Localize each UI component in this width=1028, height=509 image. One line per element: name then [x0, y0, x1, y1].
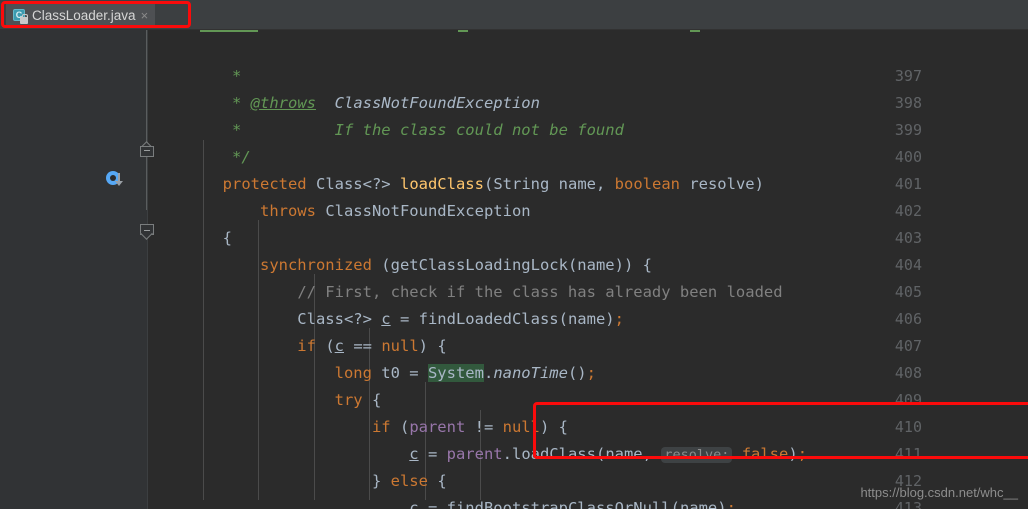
code-line-403[interactable]: { — [148, 229, 232, 247]
close-icon[interactable]: × — [141, 3, 149, 28]
code-line-411[interactable]: c = parent.loadClass(name, resolve: fals… — [148, 445, 807, 463]
code-line-406[interactable]: Class<?> c = findLoadedClass(name); — [148, 310, 624, 328]
tab-classloader-java[interactable]: C ClassLoader.java × — [6, 2, 156, 28]
code-line-404[interactable]: synchronized (getClassLoadingLock(name))… — [148, 256, 652, 274]
code-content[interactable]: * * @throws ClassNotFoundException * If … — [148, 30, 1028, 509]
code-line-407[interactable]: if (c == null) { — [148, 337, 446, 355]
clipped-line-above — [148, 30, 1028, 33]
overridden-method-icon[interactable] — [106, 171, 123, 187]
code-line-405[interactable]: // First, check if the class has already… — [148, 283, 782, 301]
editor-tab-bar: C ClassLoader.java × — [0, 0, 1028, 30]
code-line-409[interactable]: try { — [148, 391, 382, 409]
watermark: https://blog.csdn.net/whc__ — [860, 485, 1018, 500]
code-editor[interactable]: 397 398 399 400 401 402 403 404 405 406 407 408 409 4… — [0, 30, 1028, 509]
code-fold-ruler — [146, 30, 147, 210]
tab-label: ClassLoader.java — [32, 8, 136, 23]
code-line-412[interactable]: } else { — [148, 472, 447, 490]
code-line-398[interactable]: * @throws ClassNotFoundException — [148, 94, 540, 112]
code-line-399[interactable]: * If the class could not be found — [148, 121, 624, 139]
code-line-397[interactable]: * — [148, 67, 241, 85]
code-line-401[interactable]: protected Class<?> loadClass(String name… — [148, 175, 764, 193]
editor-gutter[interactable] — [0, 30, 148, 509]
code-line-413[interactable]: c = findBootstrapClassOrNull(name); — [148, 499, 736, 509]
code-line-408[interactable]: long t0 = System.nanoTime(); — [148, 364, 596, 382]
code-line-400[interactable]: */ — [148, 148, 251, 166]
lock-badge-icon — [20, 14, 28, 24]
code-line-410[interactable]: if (parent != null) { — [148, 418, 568, 436]
inlay-hint-resolve: resolve: — [661, 447, 733, 463]
code-line-402[interactable]: throws ClassNotFoundException — [148, 202, 531, 220]
java-class-icon: C — [12, 8, 28, 24]
indent-guide — [314, 274, 315, 500]
